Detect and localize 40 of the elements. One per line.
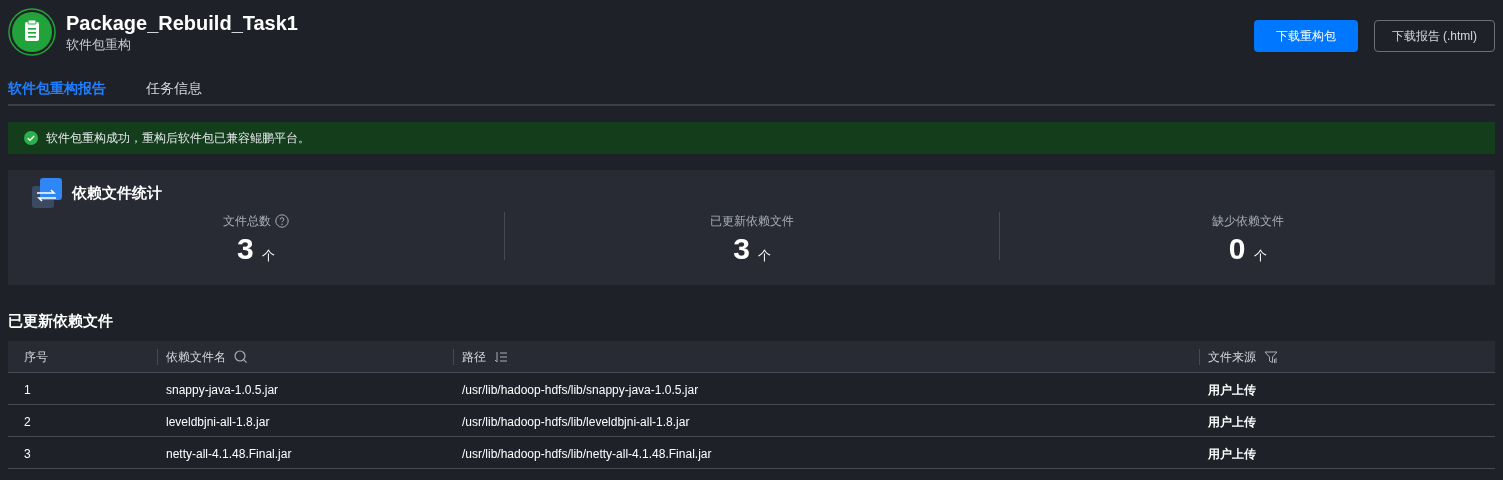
page-subtitle: 软件包重构 xyxy=(66,36,132,54)
tab[interactable]: 任务信息 xyxy=(146,78,202,98)
stat-unit: 个 xyxy=(261,247,275,265)
page-title: Package_Rebuild_Task1 xyxy=(66,11,298,36)
sort-icon xyxy=(494,349,508,364)
table-cell: netty-all-4.1.48.Final.jar xyxy=(166,446,292,461)
stat-unit: 个 xyxy=(757,247,771,265)
download-package-button[interactable]: 下载重构包 xyxy=(1253,20,1358,52)
clipboard-icon xyxy=(8,8,56,56)
stat-label: 缺少依赖文件 xyxy=(1211,213,1284,230)
stat-value: 3 xyxy=(733,232,750,266)
table-cell: snappy-java-1.0.5.jar xyxy=(166,382,279,397)
tab[interactable]: 软件包重构报告 xyxy=(8,78,106,98)
table-cell: /usr/lib/hadoop-hdfs/lib/leveldbjni-all-1.8.jar xyxy=(462,414,690,429)
column-header: 序号 xyxy=(24,348,48,366)
stat-value: 0 xyxy=(1228,232,1246,266)
section-title: 已更新依赖文件 xyxy=(8,311,114,331)
table-cell: /usr/lib/hadoop-hdfs/lib/netty-all-4.1.48.Final.jar xyxy=(462,446,712,461)
table-cell: leveldbjni-all-1.8.jar xyxy=(166,414,270,429)
stat-value: 3 xyxy=(237,232,254,266)
table-cell: /usr/lib/hadoop-hdfs/lib/snappy-java-1.0.5.jar xyxy=(462,382,699,397)
stats-title: 依赖文件统计 xyxy=(72,182,162,203)
download-report-button[interactable]: 下载报告 (.html) xyxy=(1373,20,1495,52)
check-icon xyxy=(24,131,38,145)
column-header: 路径 xyxy=(462,348,486,366)
column-header: 文件来源 xyxy=(1208,348,1256,366)
table-cell: 1 xyxy=(24,382,31,397)
column-header: 依赖文件名 xyxy=(166,348,226,366)
table-cell: 用户上传 xyxy=(1208,446,1256,461)
search-icon xyxy=(234,349,248,364)
alert-text: 软件包重构成功，重构后软件包已兼容鲲鹏平台。 xyxy=(46,130,310,147)
stat-label: 已更新依赖文件 xyxy=(710,213,794,230)
table-cell: 用户上传 xyxy=(1208,414,1256,429)
stat-unit: 个 xyxy=(1253,247,1267,265)
stat-label: 文件总数 xyxy=(222,213,271,230)
table-cell: 3 xyxy=(24,446,31,461)
table-cell: 用户上传 xyxy=(1208,382,1256,397)
swap-icon xyxy=(32,178,62,208)
filter-icon xyxy=(1264,349,1278,364)
table-cell: 2 xyxy=(24,414,31,429)
